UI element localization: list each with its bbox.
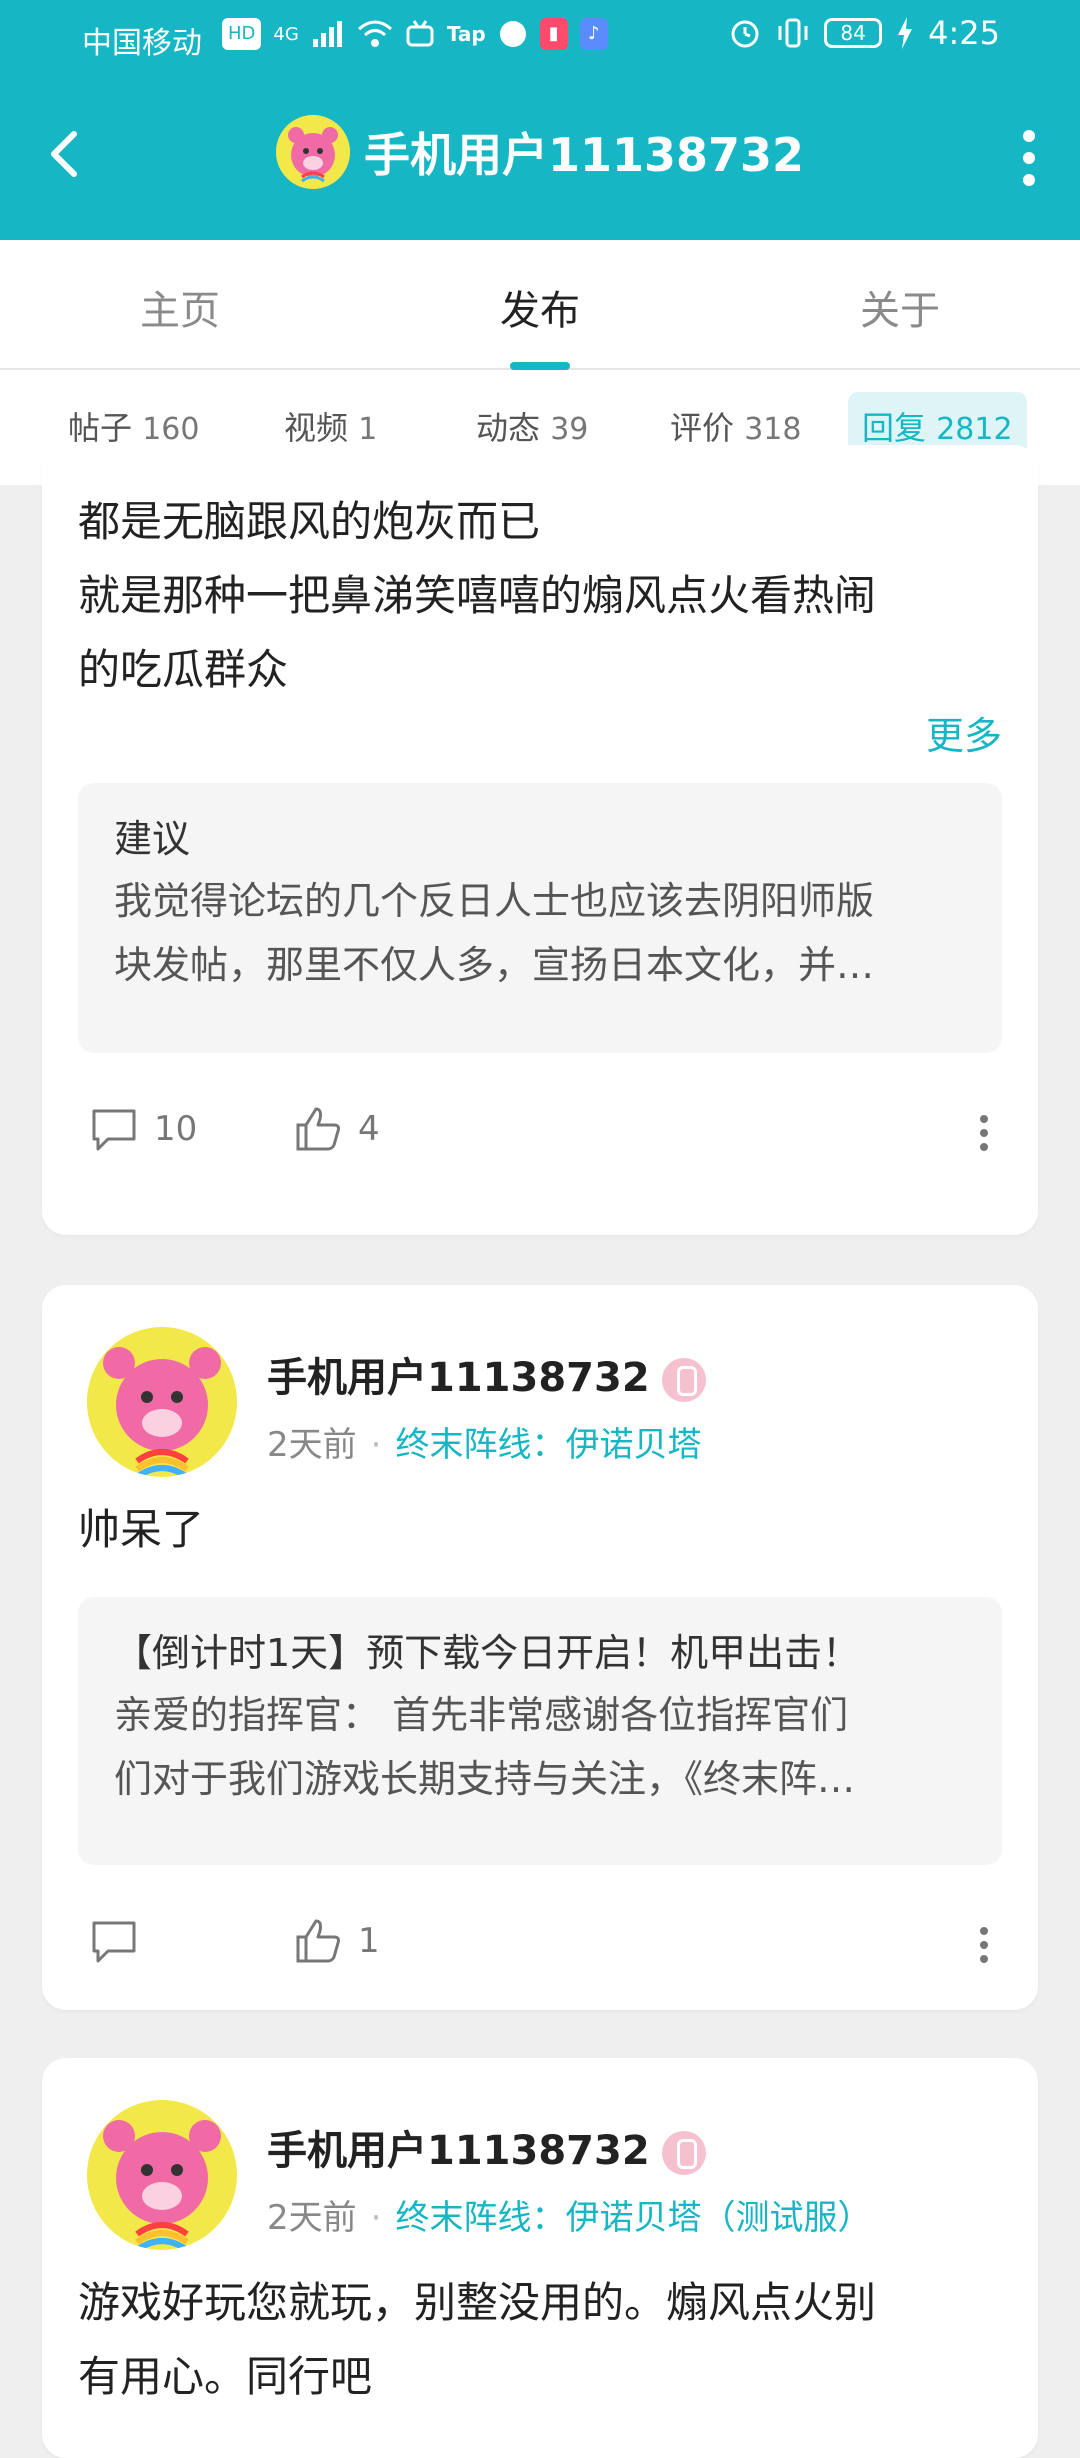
bilibili-icon — [406, 20, 434, 47]
reply-card[interactable]: 都是无脑跟风的炮灰而已 就是那种一把鼻涕笑嘻嘻的煽风点火看热闹 的吃瓜群众 更多… — [42, 445, 1038, 1235]
tab-posts[interactable]: 发布 — [440, 278, 640, 336]
avatar[interactable] — [87, 2100, 237, 2250]
card-more-button[interactable] — [974, 1109, 994, 1165]
author-row: 手机用户11138732 2天前 · 终末阵线：伊诺贝塔 — [87, 1327, 987, 1477]
tab-indicator — [510, 362, 570, 370]
subtab-label: 评价 — [670, 409, 735, 447]
reply-card[interactable]: 手机用户11138732 2天前 · 终末阵线：伊诺贝塔 帅呆了 【倒计时1天】预下… — [42, 1285, 1038, 2010]
more-vertical-icon — [974, 1927, 994, 1963]
subtab-label: 回复 — [862, 409, 927, 447]
title-bar: 手机用户11138732 — [0, 100, 1080, 210]
post-time: 2天前 — [267, 1425, 357, 1465]
hd-icon: HD — [222, 18, 262, 50]
wifi-icon — [357, 20, 392, 47]
like-button[interactable]: 1 — [292, 1915, 380, 1967]
meta-separator: · — [370, 2198, 382, 2238]
care-bear-avatar-icon — [87, 2100, 237, 2250]
like-count: 4 — [358, 1109, 380, 1149]
quoted-title: 【倒计时1天】预下载今日开启！机甲出击！ — [114, 1631, 861, 1675]
charging-icon — [898, 17, 913, 49]
battery-indicator: 84 — [824, 18, 883, 48]
forum-link[interactable]: 终末阵线：伊诺贝塔（测试服） — [395, 2198, 871, 2238]
subtab-count: 318 — [744, 412, 802, 447]
header-avatar[interactable] — [275, 115, 350, 189]
post-meta: 2天前 · 终末阵线：伊诺贝塔（测试服） — [267, 2190, 871, 2239]
subtab-count: 39 — [550, 412, 589, 447]
author-name[interactable]: 手机用户11138732 — [267, 1345, 706, 1403]
reply-card[interactable]: 手机用户11138732 2天前 · 终末阵线：伊诺贝塔（测试服） 游戏好玩您就玩，… — [42, 2058, 1038, 2458]
comment-icon — [92, 1109, 136, 1151]
reply-text: 帅呆了 — [78, 1505, 205, 1554]
comment-button[interactable]: 10 — [88, 1103, 197, 1155]
profile-tabs: 主页 发布 关于 — [0, 240, 1080, 370]
subtab-label: 视频 — [284, 409, 349, 447]
status-icons-left: HD 4G Tap ▮ ♪ — [222, 18, 608, 50]
title-group: 手机用户11138732 — [0, 115, 1080, 189]
taptap-icon: Tap — [446, 22, 486, 46]
author-row: 手机用户11138732 2天前 · 终末阵线：伊诺贝塔（测试服） — [87, 2100, 987, 2250]
post-time: 2天前 — [267, 2198, 357, 2238]
subtab-count: 2812 — [936, 412, 1013, 447]
thumbs-up-icon — [296, 1919, 340, 1963]
quoted-excerpt: 亲爱的指挥官： 首先非常感谢各位指挥官们 们对于我们游戏长期支持与关注，《终末阵… — [114, 1693, 856, 1801]
comment-icon — [92, 1921, 136, 1963]
forum-link[interactable]: 终末阵线：伊诺贝塔 — [395, 1425, 701, 1465]
quoted-thread[interactable]: 【倒计时1天】预下载今日开启！机甲出击！ 亲爱的指挥官： 首先非常感谢各位指挥官… — [78, 1597, 1002, 1865]
app-header: 中国移动 HD 4G Tap ▮ ♪ 84 4:25 手机用户11138732 — [0, 0, 1080, 240]
reply-text: 游戏好玩您就玩，别整没用的。煽风点火别 有用心。同行吧 — [78, 2278, 877, 2401]
quoted-thread[interactable]: 建议 我觉得论坛的几个反日人士也应该去阴阳师版 块发帖，那里不仅人多，宣扬日本文… — [78, 783, 1002, 1053]
thumbs-up-icon — [296, 1107, 340, 1151]
card-actions: 10 4 — [78, 1103, 1002, 1163]
verified-badge-icon — [661, 1358, 706, 1402]
carrier-label: 中国移动 — [82, 26, 202, 61]
verified-badge-icon — [661, 2131, 706, 2175]
reply-text: 都是无脑跟风的炮灰而已 就是那种一把鼻涕笑嘻嘻的煽风点火看热闹 的吃瓜群众 — [78, 497, 877, 694]
app-icon — [499, 21, 526, 47]
subtab-label: 动态 — [476, 409, 541, 447]
status-icons-right: 84 4:25 — [728, 14, 1000, 52]
card-more-button[interactable] — [974, 1921, 994, 1977]
vibrate-icon — [778, 18, 808, 48]
comment-count: 10 — [154, 1109, 198, 1149]
comment-button[interactable] — [88, 1915, 154, 1967]
alarm-icon — [731, 20, 759, 48]
music-icon: ♪ — [579, 18, 608, 50]
subtab-label: 帖子 — [68, 409, 133, 447]
tab-about[interactable]: 关于 — [800, 278, 1000, 336]
network-type: 4G — [273, 23, 299, 45]
more-options-button[interactable] — [1006, 120, 1052, 190]
page-title: 手机用户11138732 — [363, 128, 805, 182]
clock: 4:25 — [928, 14, 1000, 52]
book-icon: ▮ — [539, 18, 568, 50]
post-meta: 2天前 · 终末阵线：伊诺贝塔 — [267, 1417, 701, 1466]
tab-home[interactable]: 主页 — [80, 278, 280, 336]
meta-separator: · — [370, 1425, 382, 1465]
more-link[interactable]: 更多 — [926, 705, 1002, 760]
quoted-excerpt: 我觉得论坛的几个反日人士也应该去阴阳师版 块发帖，那里不仅人多，宣扬日本文化，并… — [114, 879, 875, 987]
care-bear-avatar-icon — [87, 1327, 237, 1477]
status-bar: 中国移动 HD 4G Tap ▮ ♪ 84 4:25 — [0, 0, 1080, 72]
like-count: 1 — [358, 1921, 380, 1961]
author-name[interactable]: 手机用户11138732 — [267, 2118, 706, 2176]
more-vertical-icon — [974, 1115, 994, 1151]
subtab-count: 160 — [142, 412, 200, 447]
care-bear-avatar-icon — [275, 115, 350, 189]
like-button[interactable]: 4 — [292, 1103, 380, 1155]
card-actions: 1 — [78, 1915, 1002, 1975]
subtab-count: 1 — [358, 412, 378, 447]
avatar[interactable] — [87, 1327, 237, 1477]
quoted-title: 建议 — [114, 817, 191, 861]
signal-icon — [312, 21, 342, 47]
more-vertical-icon — [1006, 130, 1052, 186]
